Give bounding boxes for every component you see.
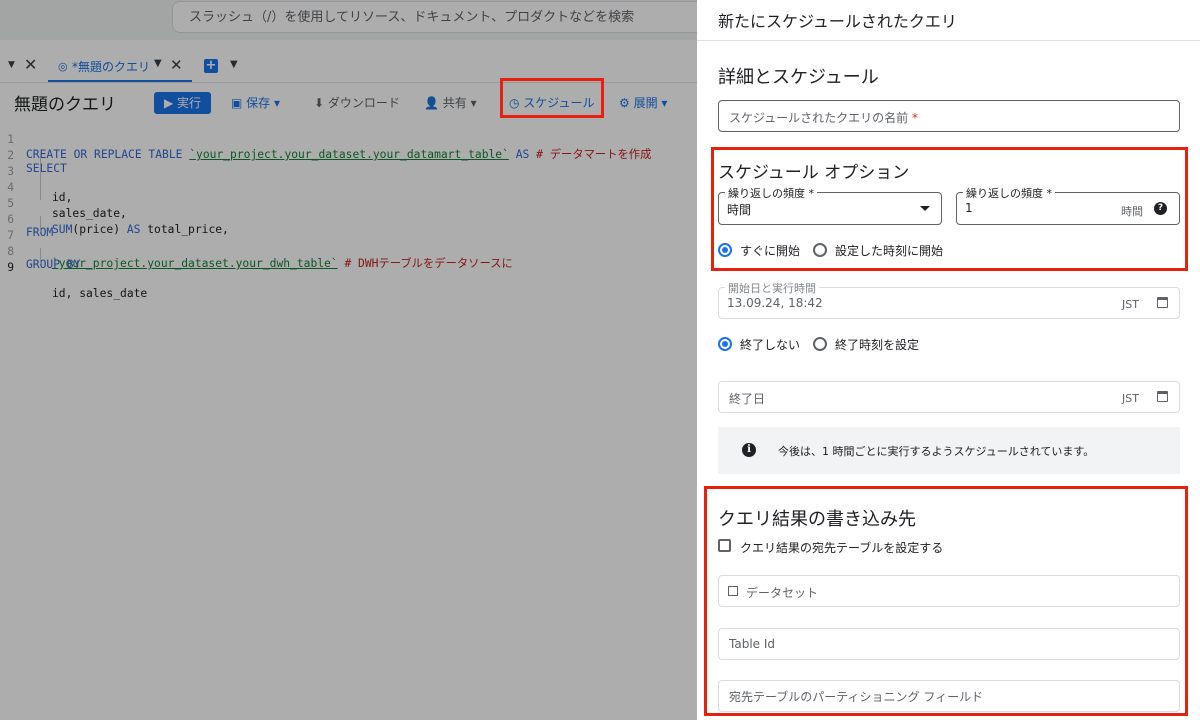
set-end-radio[interactable]: [813, 337, 827, 351]
start-date-label: 開始日と実行時間: [725, 280, 819, 296]
start-date-value: 13.09.24, 18:42: [727, 296, 823, 310]
partition-field[interactable]: 宛先テーブルのパーティショニング フィールド: [718, 680, 1180, 712]
repeat-interval-value: 1: [965, 201, 973, 215]
destination-table-checkbox[interactable]: [718, 539, 731, 552]
repeat-interval-input[interactable]: 繰り返しの頻度 * 1 時間 ?: [956, 185, 1180, 225]
schedule-options-heading: スケジュール オプション: [718, 163, 910, 183]
query-name-field[interactable]: スケジュールされたクエリの名前 *: [718, 100, 1180, 132]
table-id-field[interactable]: Table Id: [718, 628, 1180, 660]
table-id-placeholder: Table Id: [729, 637, 776, 651]
panel-title: 新たにスケジュールされたクエリ: [718, 12, 957, 31]
start-timezone: JST: [1122, 298, 1139, 311]
schedule-info-text: 今後は、1 時間ごとに実行するようスケジュールされています。: [778, 445, 1095, 458]
start-now-radio[interactable]: [718, 243, 732, 257]
repeat-interval-unit: 時間: [1121, 205, 1143, 218]
repeat-frequency-value: 時間: [727, 203, 752, 217]
set-end-label: 終了時刻を設定: [835, 338, 920, 352]
start-date-field[interactable]: 開始日と実行時間 13.09.24, 18:42 JST: [718, 280, 1180, 319]
destination-table-checkbox-label: クエリ結果の宛先テーブルを設定する: [740, 541, 944, 555]
calendar-icon[interactable]: [1157, 391, 1168, 402]
repeat-interval-label: 繰り返しの頻度 *: [963, 185, 1055, 201]
divider: [697, 40, 1200, 41]
start-at-time-label: 設定した時刻に開始: [835, 244, 944, 258]
end-date-placeholder: 終了日: [729, 392, 766, 406]
repeat-frequency-label: 繰り返しの頻度 *: [725, 185, 817, 201]
schedule-info-box: i 今後は、1 時間ごとに実行するようスケジュールされています。: [718, 427, 1180, 474]
query-name-placeholder: スケジュールされたクエリの名前 *: [729, 111, 918, 125]
dataset-field[interactable]: データセット: [718, 575, 1180, 607]
schedule-highlight-box: [500, 78, 604, 118]
help-icon[interactable]: ?: [1154, 202, 1167, 215]
dropdown-arrow-icon: [920, 206, 930, 211]
query-editor-area: スラッシュ（/）を使用してリソース、ドキュメント、プロダクトなどを検索 ▼ ✕ …: [0, 0, 697, 720]
end-timezone: JST: [1122, 392, 1139, 405]
details-heading: 詳細とスケジュール: [718, 67, 879, 88]
calendar-icon[interactable]: [1157, 297, 1168, 308]
scheduled-query-panel: 新たにスケジュールされたクエリ 詳細とスケジュール スケジュールされたクエリの名…: [697, 0, 1200, 720]
dataset-icon: [728, 586, 738, 596]
end-date-field[interactable]: 終了日 JST: [718, 381, 1180, 413]
no-end-label: 終了しない: [740, 338, 801, 352]
info-icon: i: [742, 443, 756, 457]
dataset-placeholder: データセット: [746, 586, 819, 600]
destination-heading: クエリ結果の書き込み先: [718, 509, 916, 530]
start-at-time-radio[interactable]: [813, 243, 827, 257]
no-end-radio[interactable]: [718, 337, 732, 351]
start-now-label: すぐに開始: [740, 244, 801, 258]
repeat-frequency-select[interactable]: 繰り返しの頻度 * 時間: [718, 185, 942, 225]
partition-placeholder: 宛先テーブルのパーティショニング フィールド: [729, 690, 984, 704]
